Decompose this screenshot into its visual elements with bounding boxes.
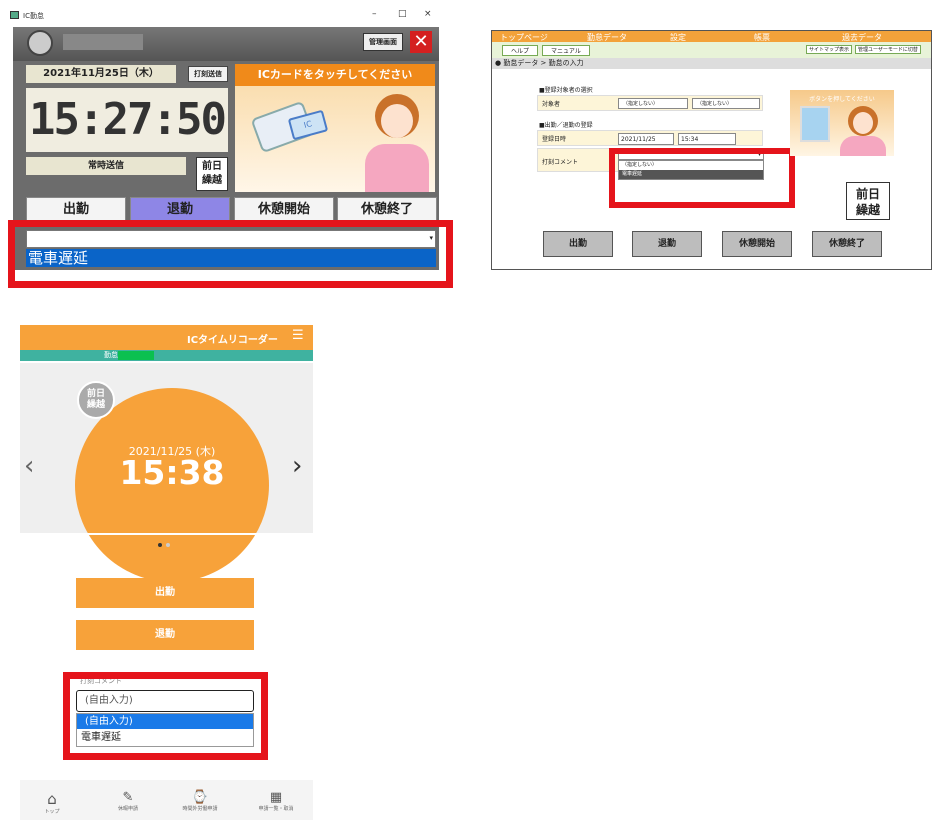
edit-icon: ✎ bbox=[122, 790, 134, 805]
nav-requests[interactable]: ▦ 申請一覧・取消 bbox=[246, 790, 306, 812]
comment-label: 打刻コメント bbox=[542, 159, 579, 166]
mobile-header: ICタイムリコーダー ☰ bbox=[20, 325, 313, 350]
help-link[interactable]: ヘルプ bbox=[502, 45, 539, 56]
press-button-text: ボタンを押してください bbox=[809, 96, 875, 103]
clock-out-button[interactable]: 退勤 bbox=[632, 231, 702, 257]
app-header: 管理画面 ✕ bbox=[13, 27, 439, 61]
tab-attendance[interactable]: 勤怠 bbox=[104, 350, 118, 360]
window-illustration bbox=[800, 106, 830, 142]
date-row: 登録日時 2021/11/25 15:34 bbox=[537, 130, 763, 146]
character-face bbox=[853, 112, 873, 134]
section-select-target: ■登録対象者の選択 bbox=[539, 87, 593, 94]
tab-bar: 勤怠 bbox=[20, 350, 313, 361]
window-titlebar: IC勤怠 – □ × bbox=[0, 7, 446, 27]
character-body bbox=[840, 136, 886, 156]
time-display: 15:38 bbox=[119, 453, 225, 492]
date-label: 登録日時 bbox=[542, 136, 567, 143]
banner-text: ICカードをタッチしてください bbox=[235, 64, 435, 86]
prev-day-button[interactable]: 前日 繰越 bbox=[846, 182, 890, 220]
print-send-button[interactable]: 打刻送信 bbox=[188, 66, 228, 82]
admin-mode-link[interactable]: 管理ユーザーモードに切替 bbox=[855, 45, 921, 54]
target-select-1[interactable]: （指定しない） bbox=[618, 98, 688, 109]
maximize-icon[interactable]: □ bbox=[398, 9, 407, 19]
highlight-box bbox=[8, 220, 453, 288]
character-body bbox=[365, 144, 429, 192]
home-icon: ⌂ bbox=[47, 790, 57, 808]
nav-requests-label: 申請一覧・取消 bbox=[258, 806, 294, 812]
carousel-mask bbox=[20, 533, 313, 535]
carousel-dot-active[interactable] bbox=[158, 543, 162, 547]
break-end-button[interactable]: 休憩終了 bbox=[812, 231, 882, 257]
target-row: 対象者 （指定しない） （指定しない） bbox=[537, 95, 763, 111]
highlight-box bbox=[609, 148, 795, 208]
nav-top-label: トップ bbox=[44, 809, 60, 815]
time-input[interactable]: 15:34 bbox=[678, 133, 736, 145]
break-start-button[interactable]: 休憩開始 bbox=[722, 231, 792, 257]
window-title: IC勤怠 bbox=[23, 12, 44, 20]
touch-card-banner: ICカードをタッチしてください IC bbox=[235, 64, 435, 192]
chevron-right-icon[interactable]: › bbox=[292, 451, 302, 481]
carousel-dot[interactable] bbox=[166, 543, 170, 547]
clock-out-button[interactable]: 退勤 bbox=[76, 620, 254, 650]
overtime-icon: ⌚ bbox=[191, 790, 209, 805]
clock-carousel: 前日 繰越 2021/11/25 (木) 15:38 ‹ › bbox=[20, 363, 313, 582]
date-input[interactable]: 2021/11/25 bbox=[618, 133, 674, 145]
target-label: 対象者 bbox=[542, 101, 561, 108]
nav-leave[interactable]: ✎ 休暇申請 bbox=[98, 790, 158, 812]
character-face bbox=[381, 104, 413, 138]
clock-in-button[interactable]: 出勤 bbox=[76, 578, 254, 608]
prev-day-button[interactable]: 前日 繰越 bbox=[196, 157, 228, 191]
mode-display: 常時送信 bbox=[26, 157, 186, 175]
nav-overtime-label: 時間外労働申請 bbox=[182, 806, 218, 812]
digital-clock: 15:27:50 bbox=[26, 88, 228, 152]
target-select-2[interactable]: （指定しない） bbox=[692, 98, 760, 109]
nav-overtime[interactable]: ⌚ 時間外労働申請 bbox=[170, 790, 230, 812]
nav-top[interactable]: ⌂ トップ bbox=[22, 790, 82, 815]
redacted-name bbox=[63, 34, 143, 50]
section-clock-register: ■出勤／退勤の登録 bbox=[539, 122, 593, 129]
clock-logo-icon bbox=[27, 30, 53, 56]
press-button-banner: ボタンを押してください bbox=[790, 90, 894, 156]
nav-leave-label: 休暇申請 bbox=[117, 806, 138, 812]
calendar-icon: ▦ bbox=[269, 790, 283, 805]
sub-nav-bar: ヘルプ マニュアル サイトマップ表示 管理ユーザーモードに切替 bbox=[492, 42, 931, 58]
clock-in-button[interactable]: 出勤 bbox=[543, 231, 613, 257]
app-title: ICタイムリコーダー bbox=[187, 335, 278, 346]
close-window-icon[interactable]: × bbox=[424, 9, 432, 19]
chevron-left-icon[interactable]: ‹ bbox=[24, 451, 34, 481]
date-display: 2021年11月25日（木） bbox=[26, 65, 176, 83]
minimize-icon[interactable]: – bbox=[372, 9, 377, 19]
prev-day-badge[interactable]: 前日 繰越 bbox=[77, 381, 115, 419]
manual-link[interactable]: マニュアル bbox=[542, 45, 590, 56]
close-icon[interactable]: ✕ bbox=[410, 31, 432, 53]
breadcrumb: ● 勤怠データ > 勤怠の入力 bbox=[492, 58, 931, 69]
sitemap-link[interactable]: サイトマップ表示 bbox=[806, 45, 853, 54]
admin-button[interactable]: 管理画面 bbox=[363, 33, 403, 51]
top-nav-bar: トップページ 勤怠データ 設定 帳票 過去データ bbox=[492, 31, 931, 42]
highlight-box bbox=[63, 672, 268, 760]
menu-icon[interactable]: ☰ bbox=[292, 328, 304, 343]
app-icon bbox=[10, 11, 19, 19]
redacted-block bbox=[118, 351, 154, 360]
